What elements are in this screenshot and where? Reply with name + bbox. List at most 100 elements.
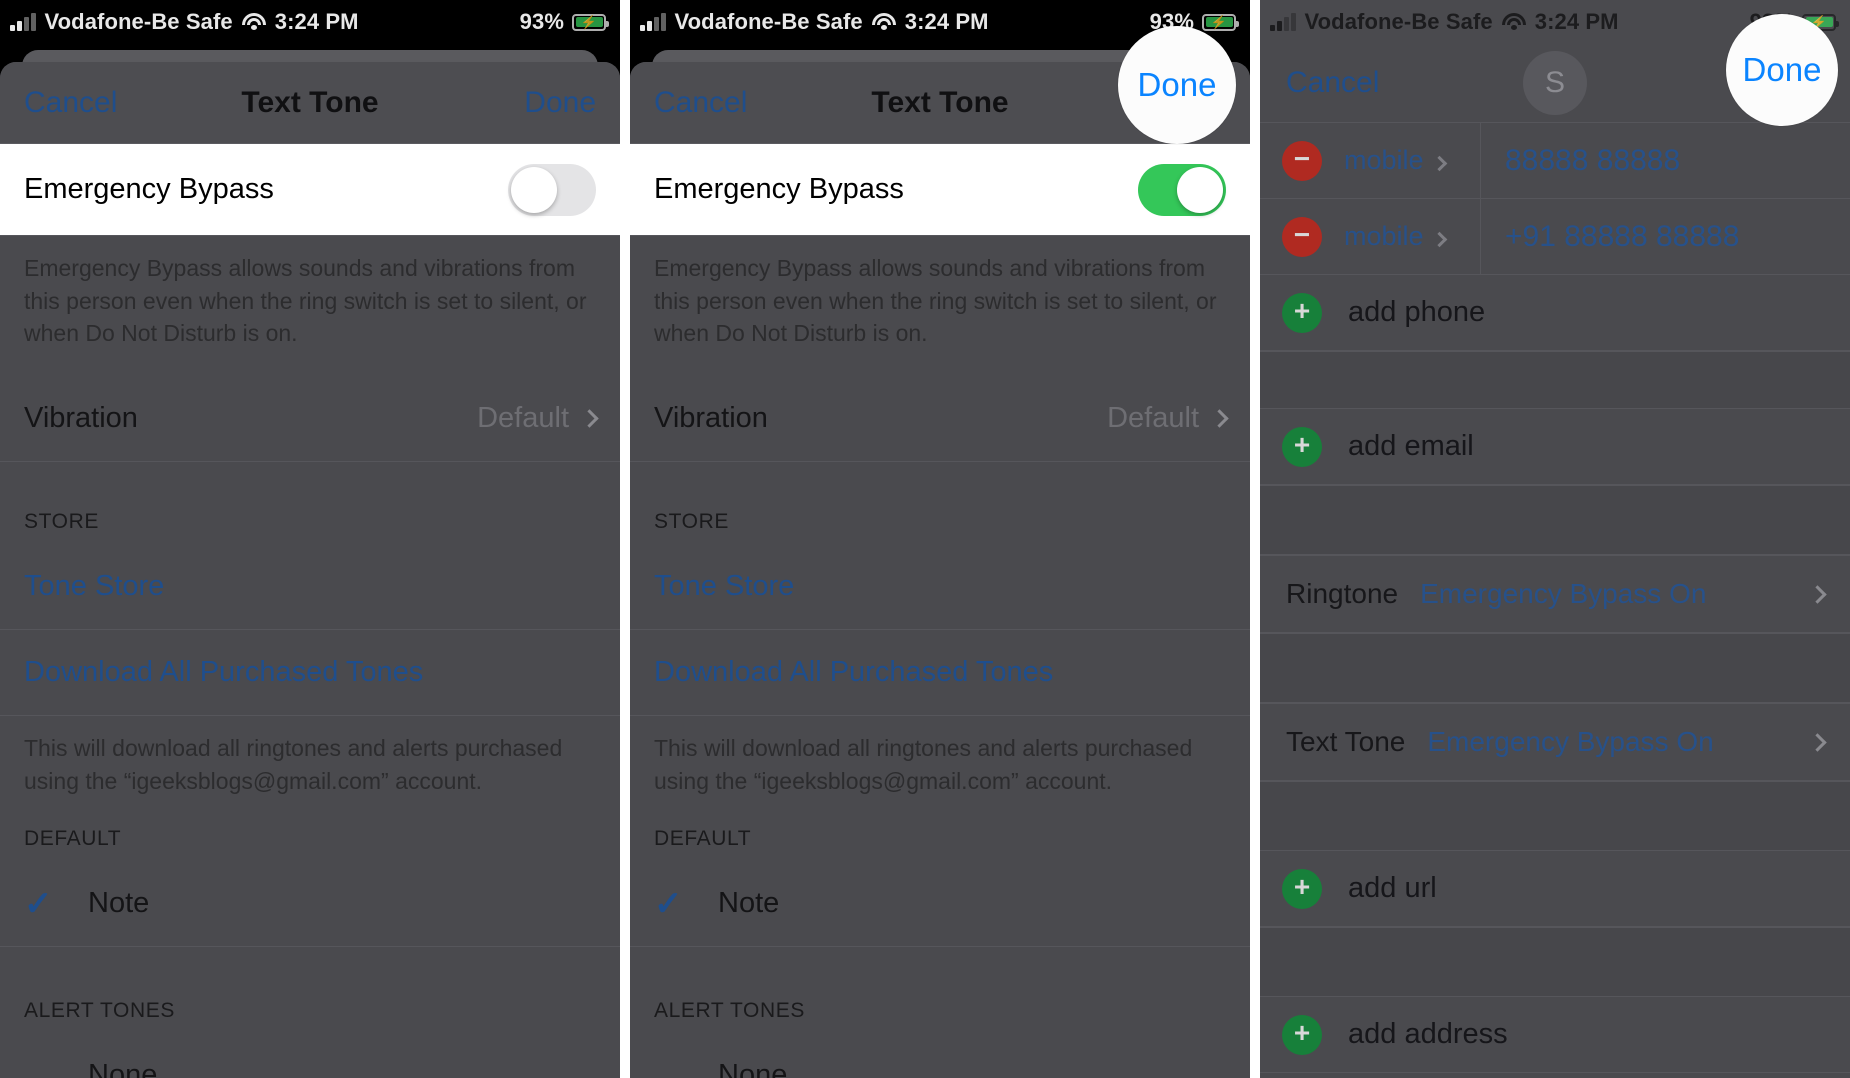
chevron-right-icon (1808, 732, 1827, 752)
checkmark-icon: ✓ (654, 884, 683, 923)
screenshot-stage: Vodafone-Be Safe 3:24 PM 93% ⚡ Cancel Te… (0, 0, 1850, 1078)
done-button-spotlight[interactable]: Done (1726, 14, 1838, 126)
status-bar-left: Vodafone-Be Safe 3:24 PM (1270, 9, 1619, 35)
default-tone-row[interactable]: ✓ Note (630, 861, 1250, 948)
panel-text-tone-bypass-on: Vodafone-Be Safe 3:24 PM 93% ⚡ Cancel Te… (630, 0, 1250, 1078)
panel-divider (1250, 0, 1260, 1078)
tone-store-row[interactable]: Tone Store (630, 543, 1250, 630)
section-gap (1260, 781, 1850, 851)
done-button[interactable]: Done (524, 86, 596, 120)
add-phone-row[interactable]: + add phone (1260, 275, 1850, 351)
plus-circle-icon[interactable]: + (1282, 868, 1322, 909)
battery-charging-icon: ⚡ (1202, 13, 1239, 31)
default-tone-label: Note (88, 887, 150, 920)
cancel-button[interactable]: Cancel (24, 86, 117, 120)
emergency-bypass-row[interactable]: Emergency Bypass (0, 144, 620, 236)
alert-tone-none-label: None (718, 1059, 788, 1078)
settings-list: Emergency Bypass Emergency Bypass allows… (630, 144, 1250, 1078)
field-divider (1480, 199, 1481, 274)
contact-edit-screen: Vodafone-Be Safe 3:24 PM 93% ⚡ Cancel S … (1260, 0, 1850, 1078)
text-tone-label: Text Tone (1286, 726, 1406, 757)
done-button-spotlight[interactable]: Done (1118, 26, 1236, 144)
emergency-bypass-label: Emergency Bypass (654, 173, 904, 205)
battery-charging-icon: ⚡ (572, 13, 609, 31)
alert-tones-section-header: ALERT TONES (654, 999, 805, 1023)
store-section-header: STORE (654, 509, 729, 533)
carrier-label: Vodafone-Be Safe (674, 9, 863, 34)
emergency-bypass-description: Emergency Bypass allows sounds and vibra… (654, 255, 1217, 347)
chevron-right-icon (1431, 155, 1447, 172)
status-bar-left: Vodafone-Be Safe 3:24 PM (10, 9, 359, 35)
section-gap (1260, 351, 1850, 409)
default-tone-row[interactable]: ✓ Note (0, 861, 620, 948)
download-all-tones-row[interactable]: Download All Purchased Tones (0, 629, 620, 716)
chevron-right-icon (580, 409, 599, 428)
vibration-row[interactable]: Vibration Default (0, 375, 620, 462)
ringtone-row[interactable]: Ringtone Emergency Bypass On (1260, 555, 1850, 633)
cancel-button[interactable]: Cancel (654, 86, 747, 120)
minus-circle-icon[interactable]: − (1282, 140, 1322, 181)
phone-number-field[interactable]: +91 88888 88888 (1505, 220, 1739, 254)
chevron-right-icon (1808, 584, 1827, 604)
download-all-tones-row[interactable]: Download All Purchased Tones (630, 629, 1250, 716)
phone-type-text: mobile (1344, 145, 1424, 175)
vibration-label: Vibration (24, 401, 138, 434)
download-all-tones-label: Download All Purchased Tones (654, 655, 1054, 688)
add-url-row[interactable]: + add url (1260, 851, 1850, 927)
alert-tone-none-row[interactable]: None (0, 1033, 620, 1078)
emergency-bypass-toggle[interactable] (508, 163, 596, 216)
add-email-row[interactable]: + add email (1260, 409, 1850, 485)
phone-type-label[interactable]: mobile (1344, 221, 1464, 252)
cancel-button[interactable]: Cancel (1286, 66, 1379, 100)
default-section-header: DEFAULT (24, 827, 122, 851)
done-button-label: Done (1137, 66, 1217, 103)
wifi-icon (241, 13, 266, 31)
plus-circle-icon[interactable]: + (1282, 292, 1322, 333)
carrier-label: Vodafone-Be Safe (1304, 9, 1493, 34)
emergency-bypass-row[interactable]: Emergency Bypass (630, 144, 1250, 236)
vibration-value-wrap: Default (1107, 402, 1229, 435)
clock-label: 3:24 PM (274, 9, 359, 34)
plus-circle-icon[interactable]: + (1282, 426, 1322, 467)
plus-circle-icon[interactable]: + (1282, 1014, 1322, 1055)
phone-row[interactable]: − mobile 88888 88888 (1260, 123, 1850, 199)
carrier-label: Vodafone-Be Safe (44, 9, 233, 34)
text-tone-sheet: Cancel Text Tone Done Emergency Bypass E… (630, 62, 1250, 1078)
default-tone-label: Note (718, 887, 780, 920)
store-section-header: STORE (24, 509, 99, 533)
text-tone-sheet: Cancel Text Tone Done Emergency Bypass E… (0, 62, 620, 1078)
chevron-right-icon (1431, 231, 1447, 248)
phone-row[interactable]: − mobile +91 88888 88888 (1260, 199, 1850, 275)
alert-tones-section-header: ALERT TONES (24, 999, 175, 1023)
ringtone-label: Ringtone (1286, 578, 1399, 609)
vibration-label: Vibration (654, 401, 768, 434)
text-tone-row[interactable]: Text Tone Emergency Bypass On (1260, 703, 1850, 781)
phone-type-label[interactable]: mobile (1344, 145, 1464, 176)
minus-circle-icon[interactable]: − (1282, 216, 1322, 257)
add-address-label: add address (1348, 1018, 1508, 1050)
status-bar-right: 93% ⚡ (519, 9, 609, 35)
tone-store-row[interactable]: Tone Store (0, 543, 620, 630)
alert-tone-none-label: None (88, 1059, 158, 1078)
alert-tone-none-row[interactable]: None (630, 1033, 1250, 1078)
add-address-row[interactable]: + add address (1260, 997, 1850, 1073)
clock-label: 3:24 PM (1534, 9, 1619, 34)
download-all-tones-label: Download All Purchased Tones (24, 655, 424, 688)
vibration-row[interactable]: Vibration Default (630, 375, 1250, 462)
phone-number-field[interactable]: 88888 88888 (1505, 144, 1680, 178)
field-divider (1480, 123, 1481, 198)
panel-text-tone-bypass-off: Vodafone-Be Safe 3:24 PM 93% ⚡ Cancel Te… (0, 0, 620, 1078)
tone-store-label: Tone Store (654, 569, 795, 602)
status-bar-left: Vodafone-Be Safe 3:24 PM (640, 9, 989, 35)
emergency-bypass-toggle[interactable] (1138, 163, 1226, 216)
default-section-header: DEFAULT (654, 827, 752, 851)
store-description: This will download all ringtones and ale… (654, 734, 1193, 794)
section-gap (1260, 633, 1850, 703)
sheet-stack: Cancel Text Tone Done Emergency Bypass E… (0, 44, 620, 1078)
text-tone-value: Emergency Bypass On (1427, 726, 1714, 757)
battery-percent-label: 93% (519, 9, 564, 34)
panel-contact-edit: Vodafone-Be Safe 3:24 PM 93% ⚡ Cancel S … (1260, 0, 1850, 1078)
status-bar: Vodafone-Be Safe 3:24 PM 93% ⚡ (0, 0, 620, 44)
settings-list: Emergency Bypass Emergency Bypass allows… (0, 144, 620, 1078)
avatar[interactable]: S (1523, 51, 1587, 115)
